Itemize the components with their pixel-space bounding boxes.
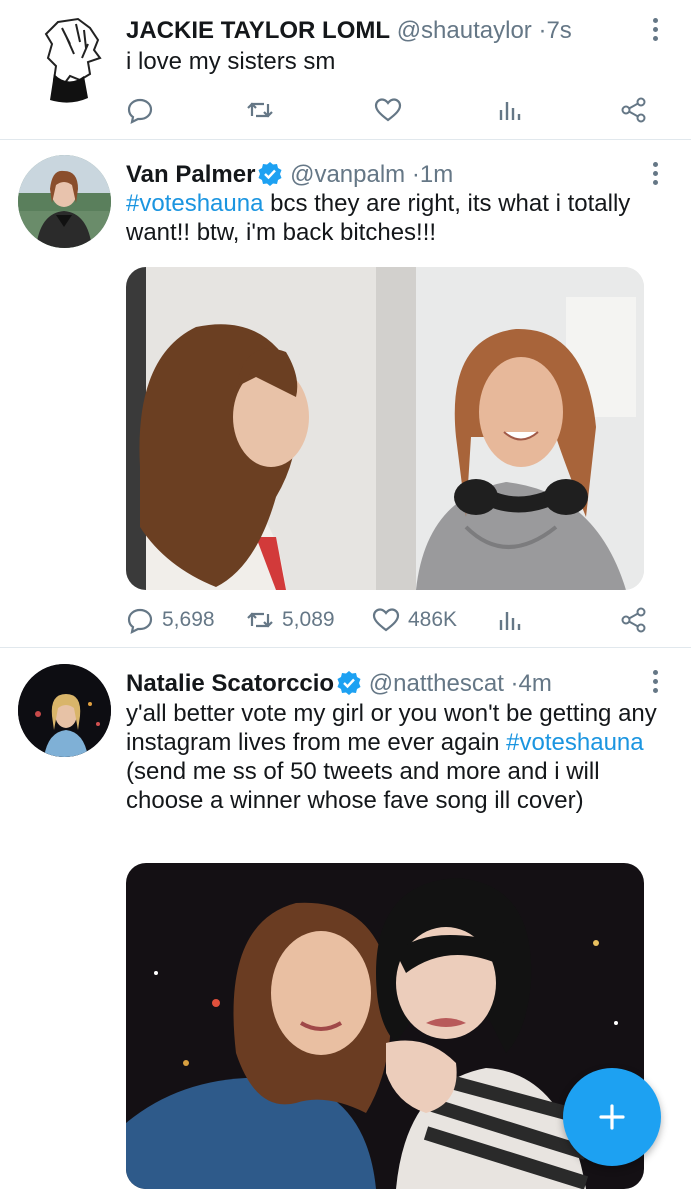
timestamp[interactable]: 1m: [420, 161, 453, 188]
share-button[interactable]: [620, 604, 648, 636]
hashtag-link[interactable]: #voteshauna: [506, 729, 643, 756]
timestamp[interactable]: 4m: [519, 670, 552, 697]
display-name[interactable]: JACKIE TAYLOR LOML: [126, 17, 390, 44]
share-icon: [621, 607, 646, 633]
tweet-header: JACKIE TAYLOR LOML @shautaylor ·7s: [126, 16, 631, 46]
avatar[interactable]: [18, 155, 111, 248]
reply-count: 5,698: [162, 608, 215, 631]
like-count: 486K: [408, 608, 458, 631]
analytics-button[interactable]: [496, 604, 524, 636]
like-button[interactable]: [374, 94, 402, 126]
analytics-button[interactable]: [496, 94, 524, 126]
tweet-actions: [126, 94, 656, 126]
retweet-icon: [247, 612, 273, 628]
heart-icon: [372, 608, 400, 632]
tweet-body: i love my sisters sm: [126, 48, 336, 75]
analytics-icon: [499, 612, 521, 630]
timestamp[interactable]: 7s: [546, 17, 571, 44]
retweet-count: 5,089: [282, 608, 335, 631]
more-options-icon[interactable]: [649, 162, 661, 188]
more-options-icon[interactable]: [649, 18, 661, 44]
verified-badge-icon: [337, 671, 361, 695]
tweet-header: Natalie Scatorccio @natthescat ·4m: [126, 669, 631, 699]
handle[interactable]: @shautaylor: [397, 17, 532, 44]
separator: ·: [510, 670, 519, 697]
tweet-text: #voteshauna bcs they are right, its what…: [126, 189, 661, 247]
hashtag-link[interactable]: #voteshauna: [126, 190, 263, 217]
handle[interactable]: @vanpalm: [290, 161, 405, 188]
avatar[interactable]: [18, 14, 111, 107]
tweet-text: y'all better vote my girl or you won't b…: [126, 699, 661, 815]
tweet-body-continued: (send me ss of 50 tweets and more and i …: [126, 758, 600, 814]
tweet-text: i love my sisters sm: [126, 47, 661, 76]
display-name[interactable]: Natalie Scatorccio: [126, 670, 334, 697]
more-options-icon[interactable]: [649, 670, 661, 696]
separator: ·: [411, 161, 420, 188]
tweet-header: Van Palmer @vanpalm ·1m: [126, 160, 631, 190]
like-button[interactable]: 486K: [372, 604, 457, 636]
analytics-icon: [499, 102, 521, 120]
reply-icon: [127, 608, 153, 634]
tweet-photo[interactable]: [126, 267, 644, 590]
share-icon: [621, 97, 646, 123]
retweet-icon: [247, 102, 273, 118]
reply-button[interactable]: 5,698: [126, 604, 215, 636]
tweet-actions: 5,698 5,089 486K: [126, 604, 656, 636]
tweet[interactable]: Van Palmer @vanpalm ·1m #voteshauna bcs …: [0, 140, 691, 648]
tweet[interactable]: JACKIE TAYLOR LOML @shautaylor ·7s i lov…: [0, 0, 691, 140]
retweet-button[interactable]: 5,089: [246, 604, 335, 636]
heart-icon: [374, 98, 402, 122]
share-button[interactable]: [620, 94, 648, 126]
display-name[interactable]: Van Palmer: [126, 161, 255, 188]
reply-icon: [127, 98, 153, 124]
verified-badge-icon: [258, 162, 282, 186]
handle[interactable]: @natthescat: [369, 670, 504, 697]
plus-icon: [599, 1104, 625, 1130]
avatar[interactable]: [18, 664, 111, 757]
tweet-photo[interactable]: [126, 863, 644, 1189]
retweet-button[interactable]: [246, 94, 274, 126]
compose-tweet-button[interactable]: [563, 1068, 661, 1166]
reply-button[interactable]: [126, 94, 154, 126]
